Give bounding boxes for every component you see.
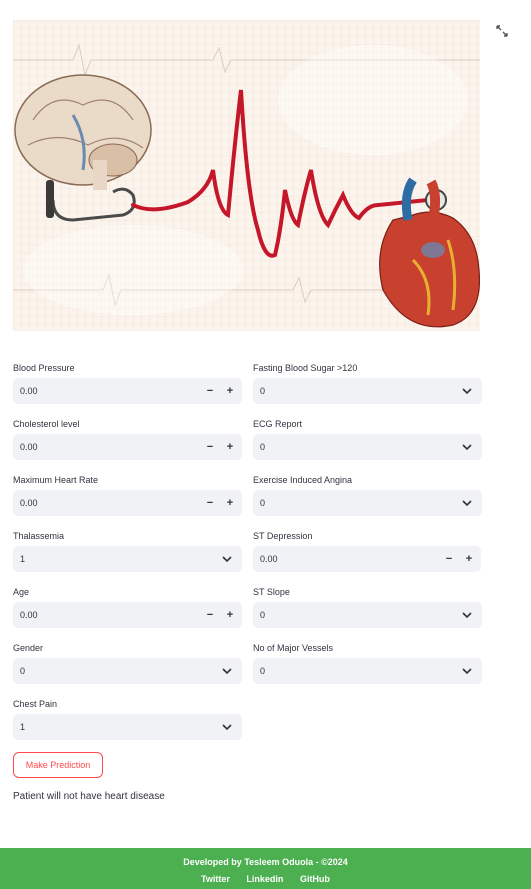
increment-button[interactable]: + (224, 608, 236, 622)
chevron-down-icon[interactable] (222, 555, 232, 563)
age-input[interactable]: 0.00 − + (13, 602, 242, 628)
gender-label: Gender (13, 643, 44, 653)
blood-pressure-label: Blood Pressure (13, 363, 75, 373)
footer-links: Twitter Linkedin GitHub (0, 874, 531, 884)
cholesterol-input[interactable]: 0.00 − + (13, 434, 242, 460)
major-vessels-select[interactable]: 0 (253, 658, 482, 684)
cholesterol-value[interactable]: 0.00 (20, 442, 38, 452)
expand-icon[interactable] (495, 24, 509, 38)
decrement-button[interactable]: − (204, 608, 216, 622)
chest-pain-select[interactable]: 1 (13, 714, 242, 740)
chevron-down-icon[interactable] (462, 667, 472, 675)
chevron-down-icon[interactable] (222, 667, 232, 675)
st-slope-value: 0 (260, 610, 266, 620)
make-prediction-button[interactable]: Make Prediction (13, 752, 103, 778)
st-depression-value[interactable]: 0.00 (260, 554, 278, 564)
ecg-report-value: 0 (260, 442, 266, 452)
st-slope-select[interactable]: 0 (253, 602, 482, 628)
fasting-blood-sugar-value: 0 (260, 386, 266, 396)
st-depression-label: ST Depression (253, 531, 313, 541)
thalassemia-label: Thalassemia (13, 531, 65, 541)
prediction-result: Patient will not have heart disease (13, 791, 165, 802)
ecg-report-select[interactable]: 0 (253, 434, 482, 460)
fasting-blood-sugar-select[interactable]: 0 (253, 378, 482, 404)
chevron-down-icon[interactable] (462, 443, 472, 451)
decrement-button[interactable]: − (204, 384, 216, 398)
exercise-angina-select[interactable]: 0 (253, 490, 482, 516)
cholesterol-label: Cholesterol level (13, 419, 80, 429)
hero-image (13, 20, 480, 331)
increment-button[interactable]: + (224, 440, 236, 454)
footer: Developed by Tesleem Oduola - ©2024 Twit… (0, 848, 531, 889)
st-slope-label: ST Slope (253, 587, 290, 597)
chevron-down-icon[interactable] (462, 499, 472, 507)
thalassemia-select[interactable]: 1 (13, 546, 242, 572)
decrement-button[interactable]: − (443, 552, 455, 566)
chevron-down-icon[interactable] (462, 387, 472, 395)
max-heart-rate-input[interactable]: 0.00 − + (13, 490, 242, 516)
major-vessels-label: No of Major Vessels (253, 643, 334, 653)
decrement-button[interactable]: − (204, 496, 216, 510)
increment-button[interactable]: + (463, 552, 475, 566)
chevron-down-icon[interactable] (462, 611, 472, 619)
blood-pressure-input[interactable]: 0.00 − + (13, 378, 242, 404)
max-heart-rate-value[interactable]: 0.00 (20, 498, 38, 508)
chest-pain-value: 1 (20, 722, 26, 732)
chest-pain-label: Chest Pain (13, 699, 58, 709)
gender-select[interactable]: 0 (13, 658, 242, 684)
ecg-report-label: ECG Report (253, 419, 303, 429)
exercise-angina-label: Exercise Induced Angina (253, 475, 353, 485)
increment-button[interactable]: + (224, 496, 236, 510)
thalassemia-value: 1 (20, 554, 26, 564)
heart-health-illustration (13, 20, 480, 331)
twitter-link[interactable]: Twitter (201, 874, 230, 884)
decrement-button[interactable]: − (204, 440, 216, 454)
fasting-blood-sugar-label: Fasting Blood Sugar >120 (253, 363, 358, 373)
chevron-down-icon[interactable] (222, 723, 232, 731)
github-link[interactable]: GitHub (300, 874, 330, 884)
gender-value: 0 (20, 666, 26, 676)
developer-credit: Developed by Tesleem Oduola - ©2024 (183, 857, 348, 867)
blood-pressure-value[interactable]: 0.00 (20, 386, 38, 396)
st-depression-input[interactable]: 0.00 − + (253, 546, 481, 572)
increment-button[interactable]: + (224, 384, 236, 398)
linkedin-link[interactable]: Linkedin (246, 874, 283, 884)
max-heart-rate-label: Maximum Heart Rate (13, 475, 99, 485)
exercise-angina-value: 0 (260, 498, 266, 508)
age-value[interactable]: 0.00 (20, 610, 38, 620)
major-vessels-value: 0 (260, 666, 266, 676)
age-label: Age (13, 587, 30, 597)
